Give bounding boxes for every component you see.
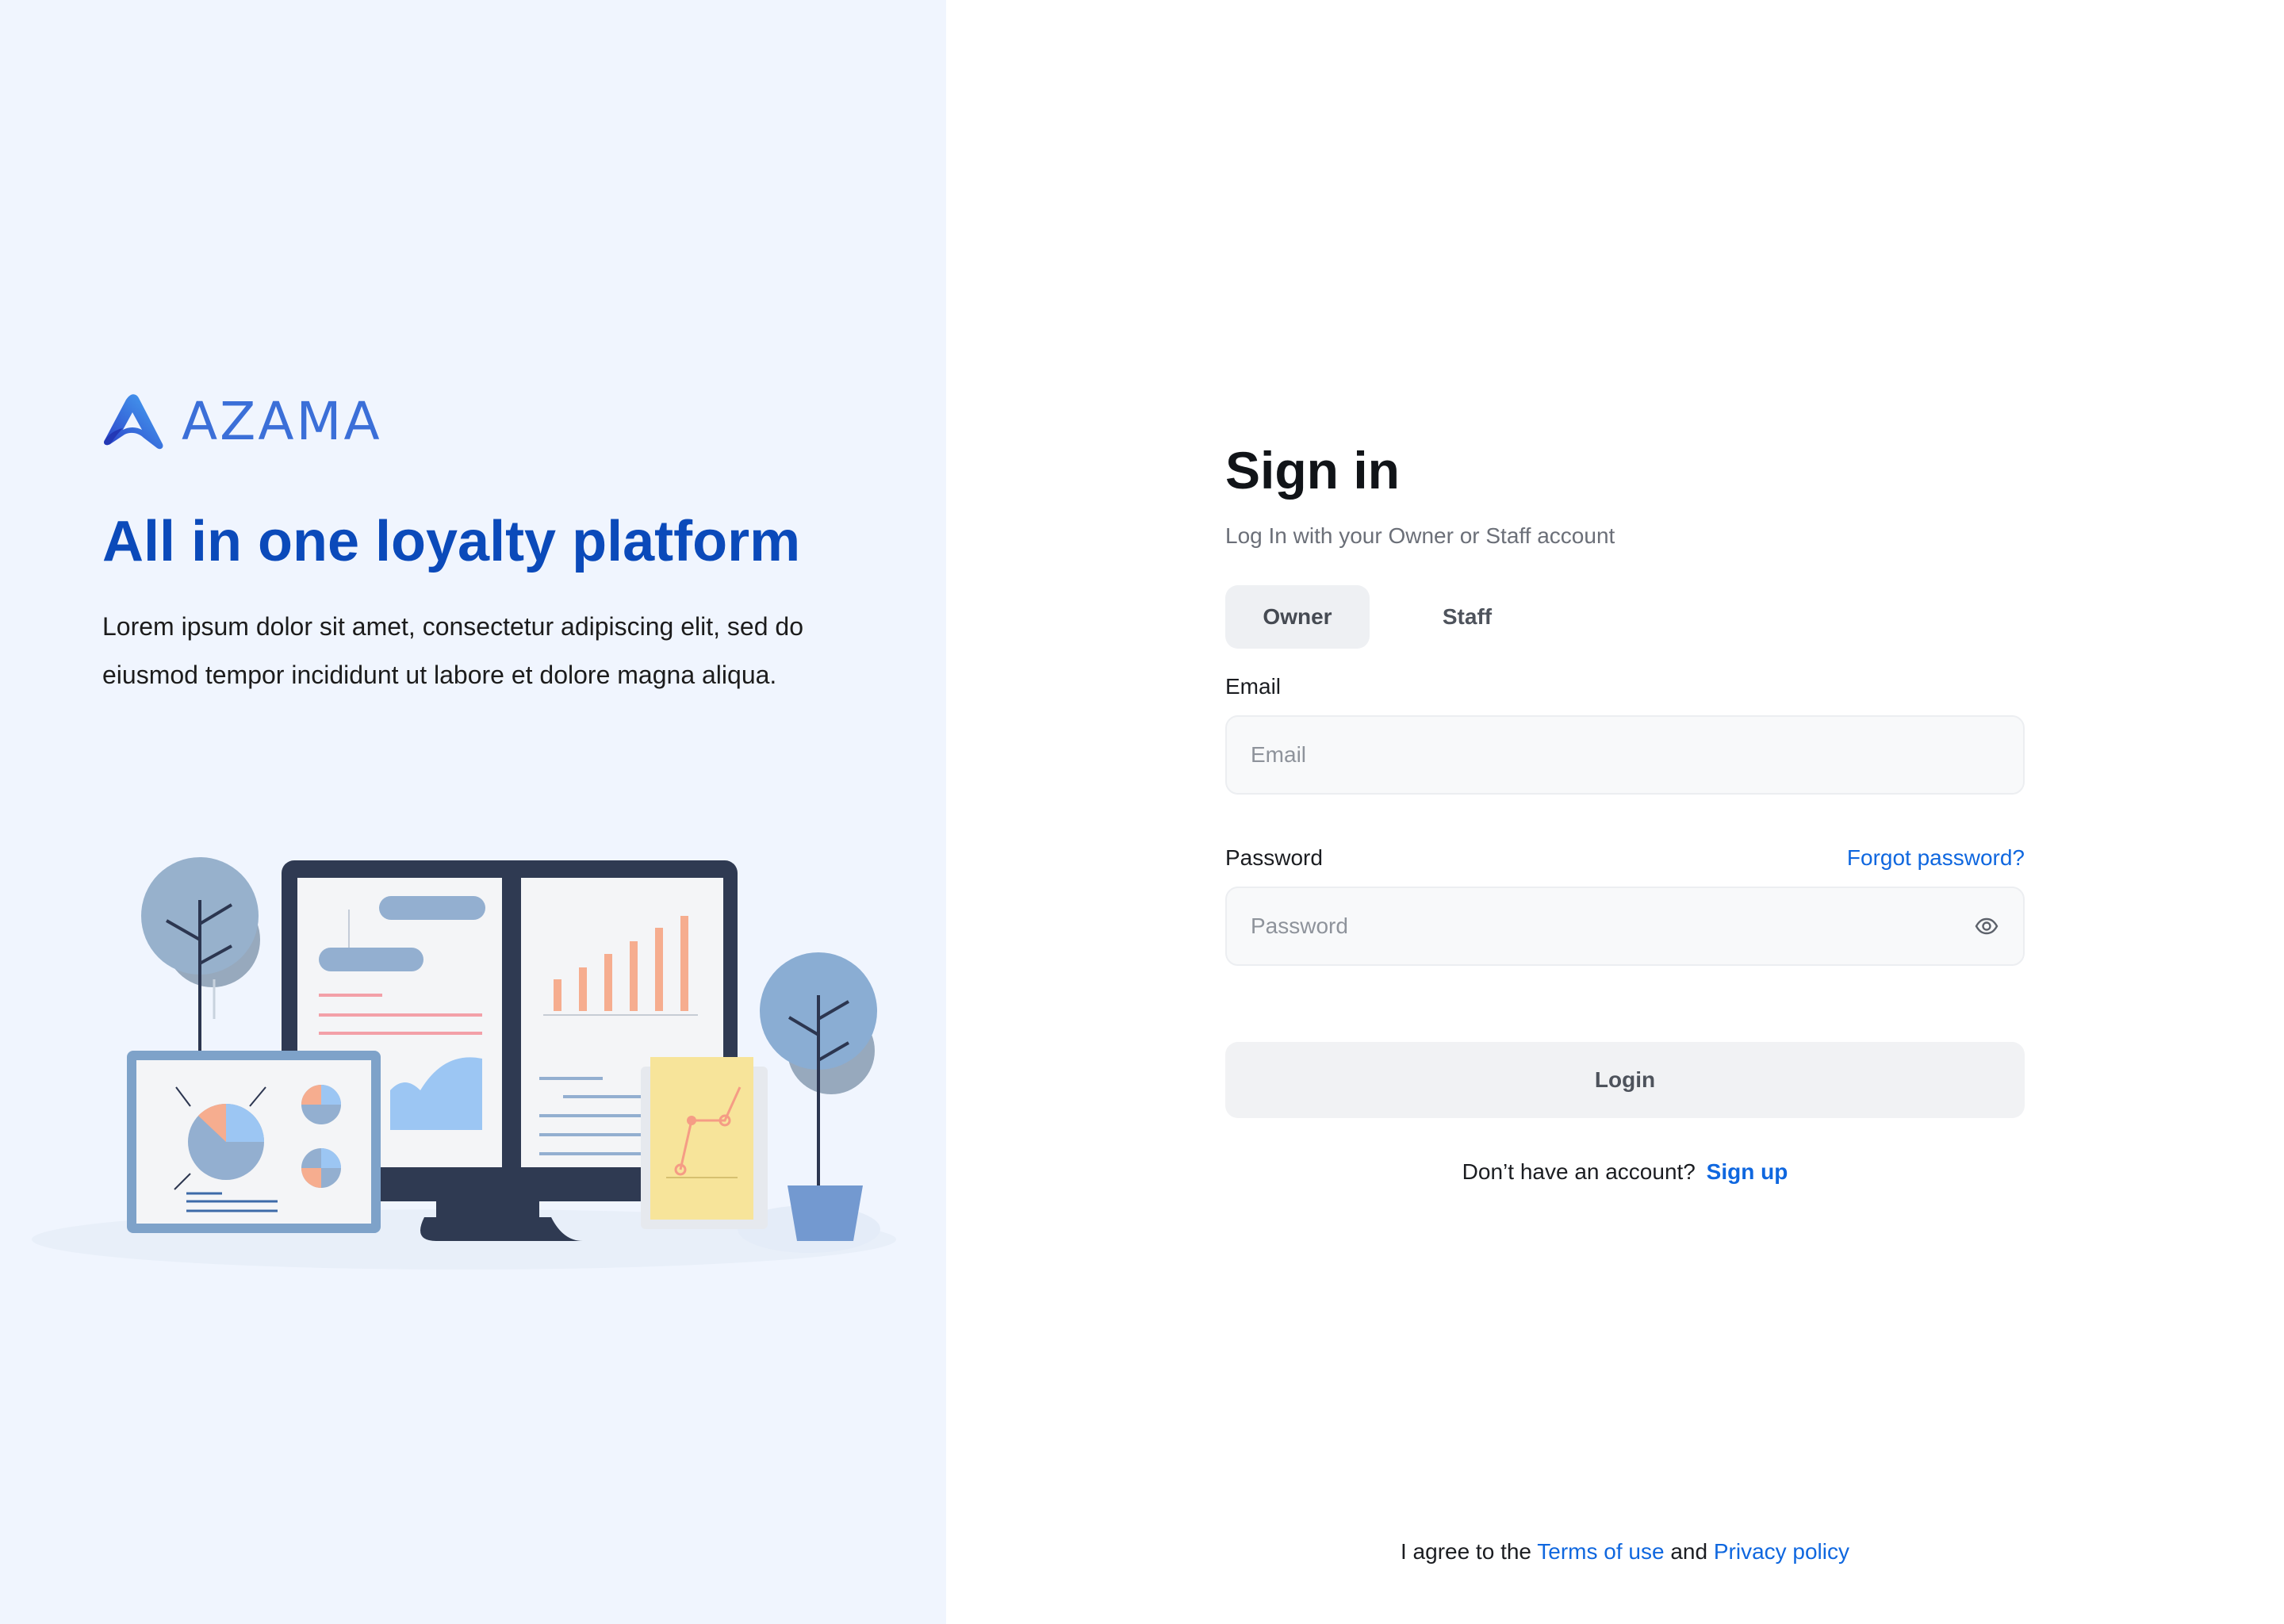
signin-subtitle: Log In with your Owner or Staff account bbox=[1225, 523, 1615, 548]
email-field[interactable] bbox=[1251, 742, 1999, 768]
eye-icon[interactable] bbox=[1974, 914, 1999, 939]
marketing-panel: AZAMA All in one loyalty platform Lorem … bbox=[0, 0, 946, 1624]
forgot-password-link[interactable]: Forgot password? bbox=[1847, 845, 2025, 871]
terms-notice: I agree to the Terms of use and Privacy … bbox=[1225, 1539, 2025, 1565]
login-button[interactable]: Login bbox=[1225, 1042, 2025, 1118]
page-tagline: All in one loyalty platform bbox=[102, 510, 801, 573]
email-field-box[interactable] bbox=[1225, 715, 2025, 795]
password-field[interactable] bbox=[1251, 914, 1974, 939]
dashboard-illustration bbox=[32, 857, 896, 1270]
tab-owner[interactable]: Owner bbox=[1225, 585, 1370, 649]
terms-of-use-link[interactable]: Terms of use bbox=[1537, 1539, 1664, 1564]
signin-title: Sign in bbox=[1225, 441, 1400, 500]
password-field-box[interactable] bbox=[1225, 887, 2025, 966]
brand-name: AZAMA bbox=[182, 391, 382, 452]
signin-form: Sign in Log In with your Owner or Staff … bbox=[1225, 444, 2025, 1185]
role-tabs: Owner Staff bbox=[1225, 585, 2025, 649]
password-label-row: Password Forgot password? bbox=[1225, 845, 2025, 871]
signup-prompt: Don’t have an account? bbox=[1462, 1159, 1696, 1184]
terms-conjunction: and bbox=[1670, 1539, 1708, 1564]
privacy-policy-link[interactable]: Privacy policy bbox=[1714, 1539, 1849, 1564]
signup-row: Don’t have an account? Sign up bbox=[1225, 1159, 2025, 1185]
email-label: Email bbox=[1225, 674, 1282, 699]
signup-link[interactable]: Sign up bbox=[1707, 1159, 1788, 1184]
brand-logo: AZAMA bbox=[102, 393, 382, 450]
terms-prefix: I agree to the bbox=[1400, 1539, 1531, 1564]
azama-logo-icon bbox=[104, 394, 163, 450]
tab-staff[interactable]: Staff bbox=[1395, 585, 1539, 649]
email-label-row: Email bbox=[1225, 674, 2025, 699]
intro-text: Lorem ipsum dolor sit amet, consectetur … bbox=[102, 612, 803, 689]
password-label: Password bbox=[1225, 845, 1323, 870]
